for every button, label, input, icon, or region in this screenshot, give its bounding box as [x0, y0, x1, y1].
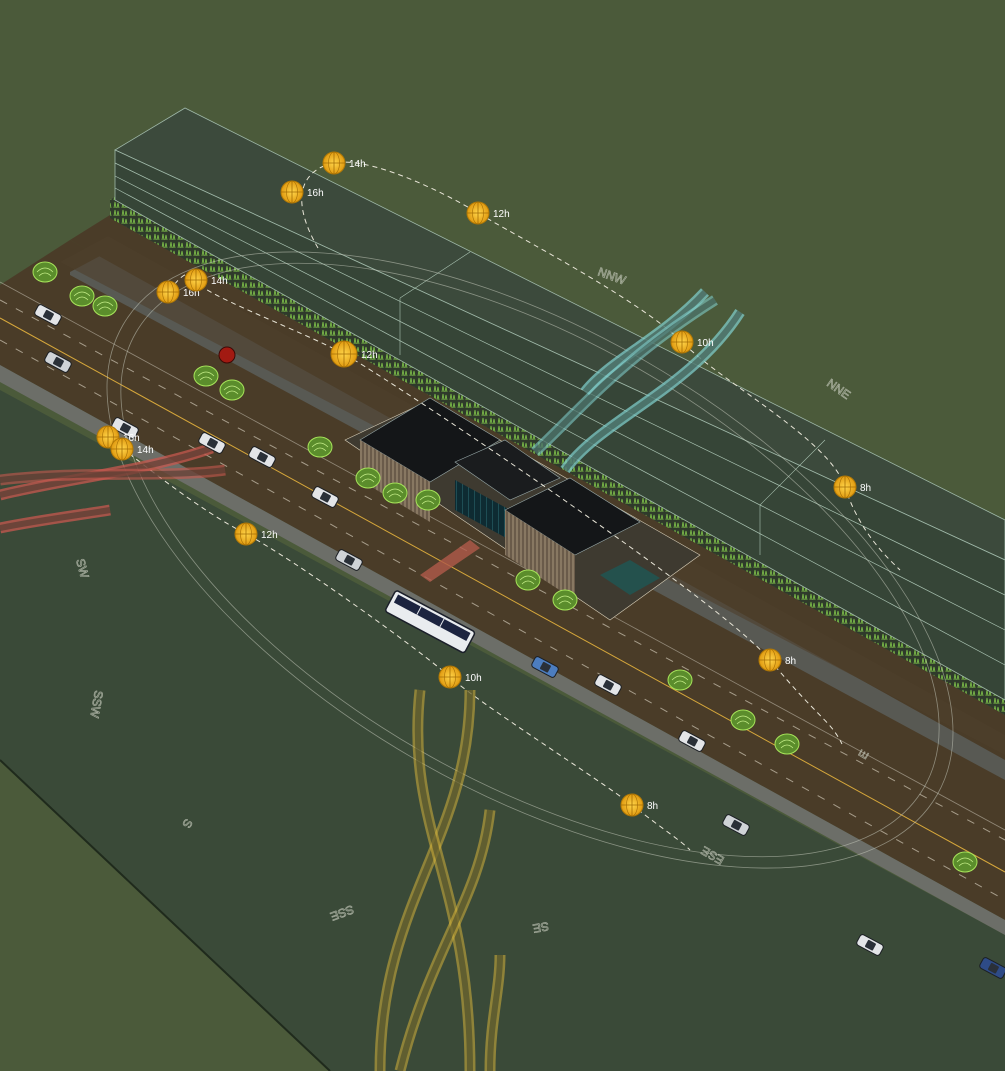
sun-time-label: 8h [785, 656, 796, 667]
tree-icon [774, 733, 800, 755]
tree-icon [355, 467, 381, 489]
red-marker-icon [218, 346, 236, 364]
tree-icon [32, 261, 58, 283]
sun-time-label: 12h [261, 530, 278, 541]
tree-icon [415, 489, 441, 511]
sun-time-label: 8h [647, 801, 658, 812]
tree-icon [92, 295, 118, 317]
sun-icon: 12h [466, 201, 510, 225]
sun-time-label: 12h [493, 209, 510, 220]
tree-icon [219, 379, 245, 401]
tree-icon [667, 669, 693, 691]
tree-icon [69, 285, 95, 307]
compass-direction-label: NNW [596, 265, 628, 288]
sun-time-label: 10h [465, 673, 482, 684]
tree-icon [193, 365, 219, 387]
tree-icon [730, 709, 756, 731]
sun-time-label: 12h [361, 350, 378, 361]
tree-icon [515, 569, 541, 591]
tree-icon [307, 436, 333, 458]
sun-icon: 14h [322, 151, 366, 175]
sun-time-label: 14h [137, 445, 154, 456]
sun-time-label: 8h [860, 483, 871, 494]
compass-direction-label: SE [532, 919, 550, 936]
sun-time-label: 10h [697, 338, 714, 349]
sun-time-label: 14h [349, 159, 366, 170]
wind-arrow-icon [0, 464, 226, 486]
sun-time-label: 16h [307, 188, 324, 199]
sun-time-label: 14h [211, 276, 228, 287]
site-analysis-diagram: NNWNNEEESESESSESSSWSW 16h14h12h10h8h16h1… [0, 107, 1005, 1071]
tree-icon [552, 589, 578, 611]
tree-icon [952, 851, 978, 873]
compass-direction-label: NNE [824, 376, 853, 402]
tree-icon [382, 482, 408, 504]
